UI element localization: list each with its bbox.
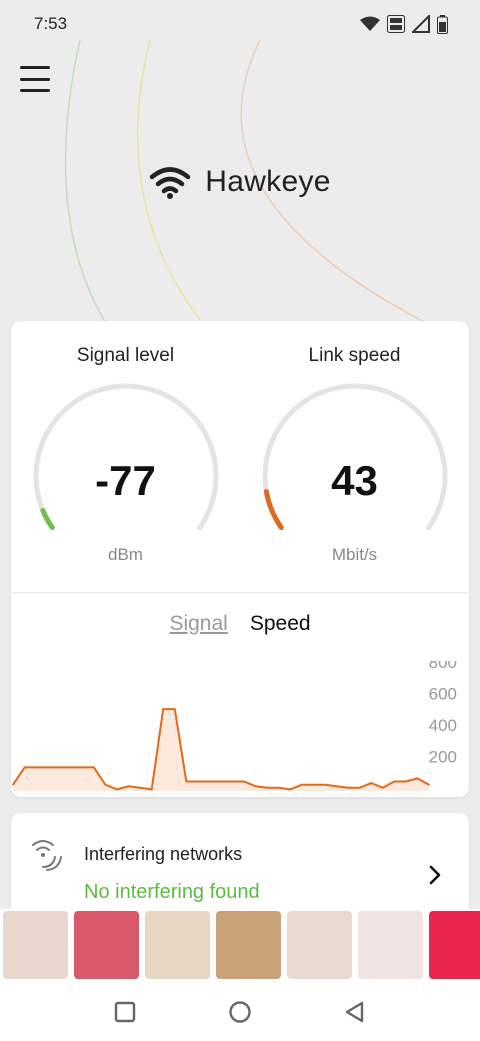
chart-point: [358, 787, 361, 789]
signal-gauge: Signal level -77 dBm: [11, 321, 240, 591]
chart-point: [46, 766, 49, 769]
divider: [11, 592, 469, 593]
chart-point: [324, 783, 326, 786]
chart-y-tick: 400: [429, 716, 457, 735]
main-card: Signal level -77 dBm Link speed 43 Mbit/…: [11, 321, 469, 797]
app-header: Hawkeye: [0, 165, 480, 199]
chart-point: [416, 777, 419, 780]
chart-point: [70, 766, 72, 769]
menu-icon-line: [20, 77, 50, 81]
tab-signal[interactable]: Signal: [169, 612, 227, 636]
chart-point: [35, 766, 37, 769]
chart-point: [81, 766, 84, 769]
chart-point: [23, 766, 26, 769]
volte-icon: [387, 15, 405, 33]
chart-point: [266, 787, 268, 789]
interfering-signal-icon: [32, 840, 62, 871]
chart-point: [220, 780, 222, 783]
ad-banner[interactable]: [0, 909, 480, 983]
chart-point: [93, 766, 95, 769]
chart-area: [13, 709, 429, 791]
chart-point: [185, 780, 188, 783]
ad-item[interactable]: [3, 911, 68, 979]
recent-apps-icon[interactable]: [114, 1001, 136, 1023]
ad-item[interactable]: [358, 911, 423, 979]
chart-point: [197, 780, 199, 783]
ad-item[interactable]: [145, 911, 210, 979]
ad-item[interactable]: [74, 911, 139, 979]
chart-point: [116, 788, 118, 791]
signal-gauge-label: Signal level: [76, 345, 175, 366]
chart-point: [370, 782, 373, 784]
signal-unit: dBm: [108, 545, 143, 564]
menu-icon-line: [20, 66, 50, 69]
home-icon[interactable]: [228, 1000, 252, 1024]
speed-gauge-label: Link speed: [308, 345, 401, 366]
chart-point: [127, 785, 130, 788]
chart-point: [58, 766, 60, 769]
chart-point: [254, 785, 257, 788]
chart-point: [150, 788, 153, 791]
cell-signal-icon: [412, 15, 430, 33]
chart-point: [231, 780, 234, 783]
chart-point: [405, 780, 407, 783]
speed-unit: Mbit/s: [331, 545, 378, 564]
menu-button[interactable]: [20, 66, 50, 92]
speed-chart: 800 600 400 200: [12, 661, 457, 791]
status-time: 7:53: [34, 14, 68, 33]
menu-icon-line: [20, 89, 50, 92]
interfering-title: Interfering networks: [84, 844, 243, 864]
chart-y-tick: 600: [429, 685, 457, 704]
app-title: Hawkeye: [205, 165, 331, 198]
chart-point: [104, 783, 107, 786]
chevron-right-icon[interactable]: [429, 865, 441, 885]
chart-y-tick: 200: [429, 748, 457, 767]
battery-icon: [437, 14, 448, 34]
wifi-icon: [150, 167, 191, 199]
back-icon[interactable]: [344, 1001, 366, 1023]
nav-bar: [0, 983, 480, 1041]
chart-point: [393, 780, 396, 783]
interfering-networks-card[interactable]: Interfering networks No interfering foun…: [11, 813, 469, 923]
status-bar: 7:53: [0, 0, 480, 48]
status-icons: [360, 14, 448, 34]
chart-point: [335, 785, 338, 788]
chart-y-tick: 800: [429, 661, 457, 672]
tab-speed[interactable]: Speed: [250, 612, 311, 636]
chart-point: [382, 787, 384, 789]
chart-point: [243, 780, 245, 783]
chart-point: [301, 783, 303, 786]
chart-point: [12, 783, 14, 786]
signal-value: -77: [95, 457, 156, 504]
chart-point: [289, 788, 292, 791]
chart-point: [347, 787, 349, 789]
ad-item[interactable]: [216, 911, 281, 979]
chart-point: [428, 783, 430, 786]
chart-point: [162, 708, 164, 710]
chart-point: [312, 783, 315, 786]
speed-gauge: Link speed 43 Mbit/s: [240, 321, 469, 591]
ad-item[interactable]: [287, 911, 352, 979]
ad-item[interactable]: [429, 911, 480, 979]
chart-point: [174, 708, 176, 710]
chart-tabs: Signal Speed: [11, 612, 469, 636]
chart-point: [208, 780, 211, 783]
speed-value: 43: [331, 457, 378, 504]
chart-point: [278, 787, 280, 789]
wifi-icon: [360, 16, 380, 31]
interfering-status: No interfering found: [84, 881, 260, 903]
chart-point: [139, 787, 141, 789]
